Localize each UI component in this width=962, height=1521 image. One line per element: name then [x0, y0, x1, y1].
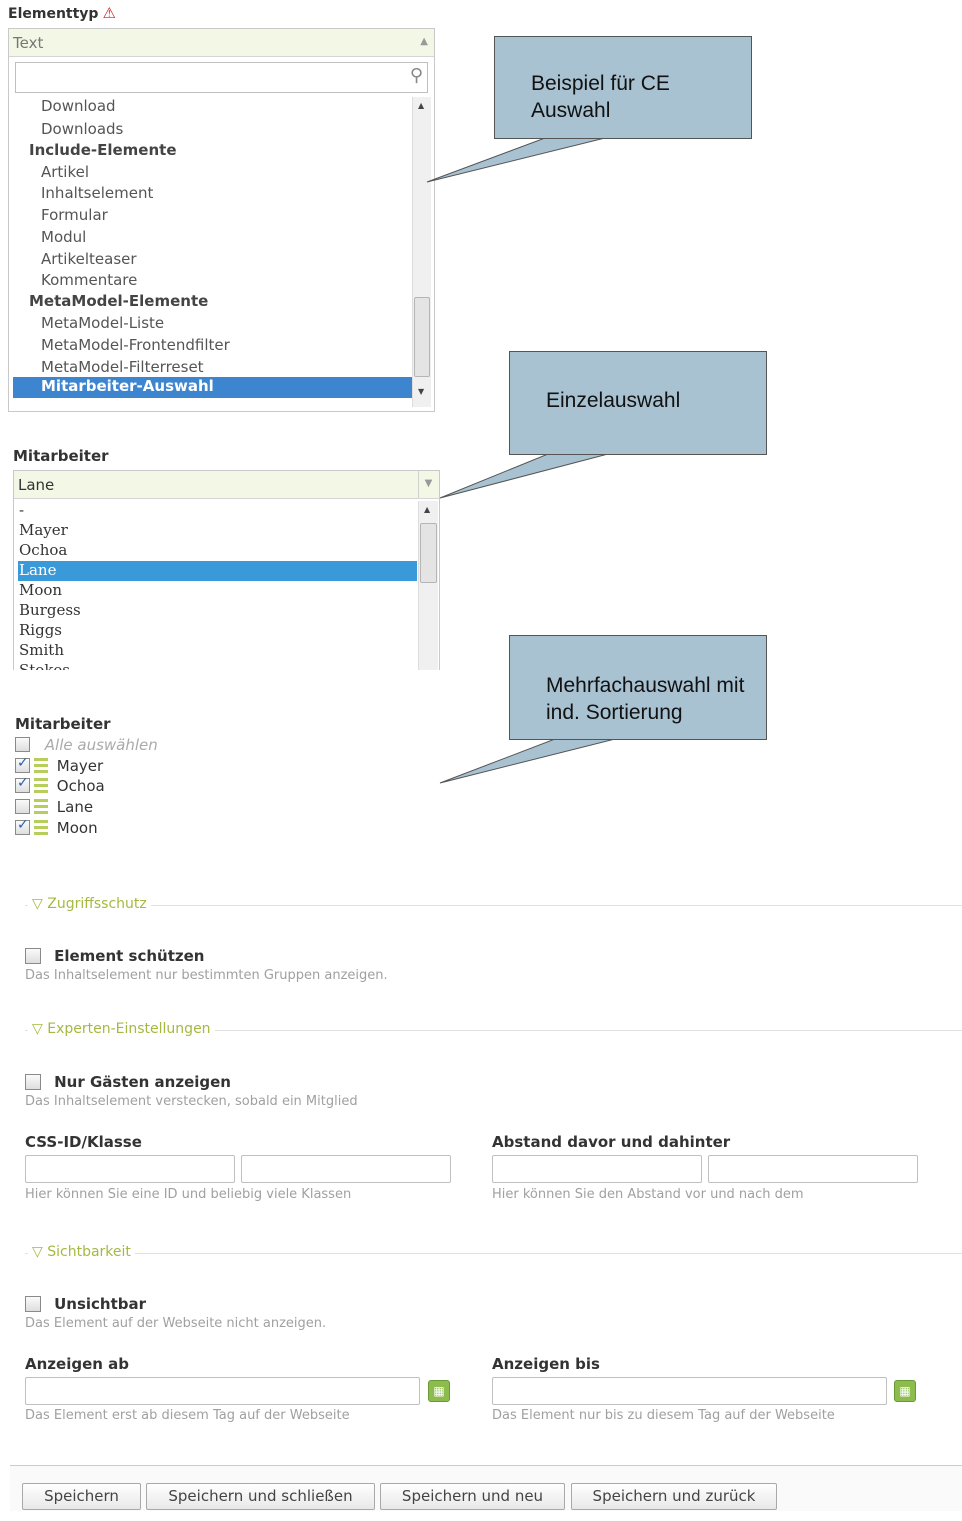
employee-select-value: Lane	[18, 476, 55, 494]
callout-pointer-ce	[426, 137, 606, 183]
save-back-button[interactable]: Speichern und zurück	[571, 1483, 777, 1510]
save-close-button[interactable]: Speichern und schließen	[146, 1483, 375, 1510]
css-id-input[interactable]	[25, 1155, 235, 1183]
drag-handle-icon[interactable]	[34, 820, 48, 835]
show-until-label: Anzeigen bis	[492, 1355, 600, 1373]
collapse-triangle-icon: ▽	[32, 896, 43, 912]
legend-sichtbarkeit[interactable]: ▽ Sichtbarkeit	[28, 1244, 135, 1260]
collapse-triangle-icon: ▽	[32, 1021, 43, 1037]
option[interactable]: Riggs	[18, 621, 417, 641]
calendar-icon[interactable]: ▦	[894, 1380, 916, 1402]
option-checkbox[interactable]	[15, 817, 30, 835]
invisible-row[interactable]: Unsichtbar	[25, 1293, 146, 1313]
option[interactable]: Smith	[18, 641, 417, 661]
css-id-label: CSS-ID/Klasse	[25, 1133, 142, 1151]
option[interactable]: Mayer	[18, 521, 417, 541]
callout-pointers	[426, 137, 616, 784]
protect-element-label: Element schützen	[54, 946, 205, 965]
legend-experten[interactable]: ▽ Experten-Einstellungen	[28, 1021, 215, 1037]
multi-option-row[interactable]: Mayer	[15, 755, 104, 776]
option-selected[interactable]: Lane	[18, 561, 417, 581]
multi-option-row[interactable]: Ochoa	[15, 775, 105, 796]
spacing-after-input[interactable]	[708, 1155, 918, 1183]
employee-scrollbar[interactable]: ▲	[418, 501, 438, 670]
multi-option-row[interactable]: Moon	[15, 817, 98, 838]
select-all-checkbox[interactable]	[15, 737, 30, 752]
spacing-before-input[interactable]	[492, 1155, 702, 1183]
select-all-label: Alle auswählen	[44, 735, 158, 754]
option-checkbox[interactable]	[15, 799, 30, 814]
option[interactable]: Moon	[18, 581, 417, 601]
option[interactable]: Ochoa	[18, 541, 417, 561]
invisible-checkbox[interactable]	[25, 1295, 41, 1312]
callout-pointer-multi	[439, 738, 616, 784]
single-select-label: Mitarbeiter	[13, 447, 109, 465]
callout-pointer-single	[439, 453, 609, 499]
show-from-hint: Das Element erst ab diesem Tag auf der W…	[25, 1408, 350, 1423]
spacing-hint: Hier können Sie den Abstand vor und nach…	[492, 1187, 804, 1202]
chevron-down-icon[interactable]: ▼	[418, 471, 438, 498]
callout-single-select: Einzelauswahl	[509, 351, 767, 455]
show-until-hint: Das Element nur bis zu diesem Tag auf de…	[492, 1408, 835, 1423]
scrollbar-thumb[interactable]	[420, 523, 437, 583]
option-checkbox[interactable]	[15, 755, 30, 773]
calendar-icon[interactable]: ▦	[428, 1380, 450, 1402]
employee-option-list: - Mayer Ochoa Lane Moon Burgess Riggs Sm…	[18, 501, 417, 670]
spacing-label: Abstand davor und dahinter	[492, 1133, 731, 1151]
css-id-hint: Hier können Sie eine ID und beliebig vie…	[25, 1187, 352, 1202]
invisible-label: Unsichtbar	[54, 1294, 147, 1313]
collapse-triangle-icon: ▽	[32, 1244, 43, 1260]
protect-element-checkbox[interactable]	[25, 947, 41, 964]
show-from-input[interactable]	[25, 1377, 420, 1405]
protect-element-hint: Das Inhaltselement nur bestimmten Gruppe…	[25, 968, 388, 983]
option-label: Mayer	[56, 756, 104, 775]
show-until-input[interactable]	[492, 1377, 887, 1405]
option-label: Lane	[56, 797, 94, 816]
save-new-button[interactable]: Speichern und neu	[380, 1483, 565, 1510]
drag-handle-icon[interactable]	[34, 799, 48, 814]
employee-select[interactable]: Lane ▼ - Mayer Ochoa Lane Moon Burgess R…	[13, 470, 440, 670]
guests-only-row[interactable]: Nur Gästen anzeigen	[25, 1071, 231, 1091]
save-button[interactable]: Speichern	[22, 1483, 141, 1510]
drag-handle-icon[interactable]	[34, 758, 48, 773]
css-class-input[interactable]	[241, 1155, 451, 1183]
invisible-hint: Das Element auf der Webseite nicht anzei…	[25, 1316, 327, 1331]
fieldset-divider	[25, 1253, 962, 1254]
legend-zugriffsschutz[interactable]: ▽ Zugriffsschutz	[28, 896, 151, 912]
option-label: Moon	[56, 818, 98, 837]
option[interactable]: -	[18, 501, 417, 521]
select-all-row[interactable]: Alle auswählen	[15, 735, 158, 755]
guests-only-hint: Das Inhaltselement verstecken, sobald ei…	[25, 1094, 358, 1109]
scroll-up-icon[interactable]: ▲	[424, 505, 430, 514]
option-checkbox[interactable]	[15, 775, 30, 793]
multi-option-row[interactable]: Lane	[15, 797, 93, 817]
callout-multi-select: Mehrfachauswahl mit ind. Sortierung	[509, 635, 767, 740]
protect-element-row[interactable]: Element schützen	[25, 945, 204, 965]
multi-select-label: Mitarbeiter	[15, 715, 111, 733]
employee-select-current[interactable]: Lane ▼	[14, 471, 439, 499]
callout-ce-example: Beispiel für CE Auswahl	[494, 36, 752, 139]
guests-only-checkbox[interactable]	[25, 1073, 41, 1090]
fieldset-divider	[25, 905, 962, 906]
option[interactable]: Stokes	[18, 661, 417, 670]
show-from-label: Anzeigen ab	[25, 1355, 130, 1373]
drag-handle-icon[interactable]	[34, 778, 48, 793]
option[interactable]: Burgess	[18, 601, 417, 621]
option-label: Ochoa	[56, 776, 105, 795]
guests-only-label: Nur Gästen anzeigen	[54, 1072, 231, 1091]
